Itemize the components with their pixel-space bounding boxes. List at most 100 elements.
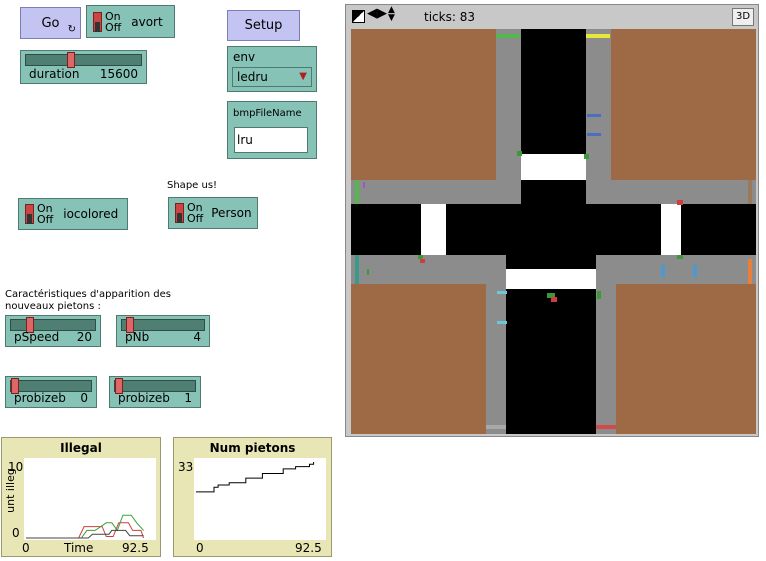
switch-off-label: Off [187,212,204,225]
avort-switch[interactable]: On Off avort [86,5,175,38]
pedestrian [517,151,522,156]
pedestrian [418,255,423,259]
num-pietons-plot-xmin: 0 [196,541,204,555]
bmp-file-name-value: lru [237,133,253,147]
env-chooser-select[interactable]: ledru ▼ [232,67,312,87]
zebra-crossing [521,154,586,180]
num-pietons-plot: Num pietons 33 0 92.5 [173,437,332,557]
person-switch[interactable]: On Off Person [168,197,258,229]
illegal-plot-xmax: 92.5 [122,541,149,555]
probizeb-1-slider-label: probizeb [118,391,170,405]
world-view: ◀▶ ▲ ▼ ticks: 83 3D [345,4,759,437]
pnb-slider-label: pNb [125,330,150,344]
pspeed-slider[interactable]: pSpeed 20 [5,315,101,347]
pedestrian [677,200,683,205]
sidewalk [486,255,506,434]
spawn-marker [748,259,752,284]
illegal-plot-ylabel: unt illeg [3,468,17,513]
bmp-file-name-field[interactable]: lru [234,127,308,153]
left-right-arrows-icon[interactable]: ◀▶ [367,6,387,21]
probizeb-0-slider[interactable]: probizeb 0 [5,376,97,408]
pedestrian [584,154,589,159]
spawn-marker [355,255,359,284]
pnb-slider-value: 4 [193,330,201,344]
zebra-crossing [506,269,596,289]
pedestrian [587,114,601,117]
sidewalk [351,180,521,204]
sidewalk [596,255,616,434]
bmp-file-name-input-box: bmpFileName lru [227,101,317,159]
env-chooser[interactable]: env ledru ▼ [227,46,317,92]
bmp-file-name-label: bmpFileName [233,108,302,119]
spawn-marker [496,34,520,38]
world-canvas [351,29,756,434]
sidewalk [496,29,521,204]
illegal-plot-xlabel: Time [64,541,94,555]
probizeb-0-slider-label: probizeb [14,391,66,405]
probizeb-1-slider[interactable]: probizeb 1 [109,376,201,408]
pedestrian [497,321,507,324]
switch-off-label: Off [105,20,122,34]
pnb-slider[interactable]: pNb 4 [116,315,210,347]
pedestrian [597,291,601,299]
probizeb-1-slider-value: 1 [184,391,192,405]
illegal-plot-xmin: 0 [22,541,30,555]
shape-note: Shape us! [167,180,218,191]
pedestrian [363,182,365,188]
building-block [351,29,496,180]
switch-knob [93,11,102,32]
illegal-plot-area [24,458,156,540]
pedestrian [551,297,557,302]
sidewalk [596,255,756,284]
building-block [351,284,486,434]
env-chooser-value: ledru [237,70,268,84]
edit-icon[interactable] [352,10,365,23]
up-down-arrows-icon[interactable]: ▲ ▼ [388,6,395,23]
go-button[interactable]: Go ↻ [20,7,81,39]
pedestrian [693,265,697,277]
illegal-plot-ymin: 0 [12,526,20,540]
slider-track[interactable] [25,52,142,68]
chevron-down-icon: ▼ [299,71,307,82]
spawn-marker [355,180,359,204]
switch-knob [25,204,34,224]
sidewalk [351,255,506,284]
forever-icon: ↻ [67,24,76,35]
iocolored-switch-label: iocolored [63,207,119,221]
pspeed-slider-value: 20 [76,330,92,344]
characteristics-note: Caractéristiques d'apparition des nouvea… [5,289,171,312]
spawn-marker [586,34,610,38]
duration-slider-label: duration [29,67,80,81]
pedestrian [587,133,601,136]
building-block [616,284,756,434]
sidewalk [586,180,756,204]
duration-slider[interactable]: duration 15600 [20,50,147,84]
iocolored-switch[interactable]: On Off iocolored [18,198,128,230]
pspeed-slider-label: pSpeed [14,330,60,344]
switch-on-label: On [105,9,121,23]
pedestrian [661,265,665,277]
num-pietons-plot-title: Num pietons [209,441,296,455]
setup-button-label: Setup [244,18,283,33]
pedestrian [367,269,369,275]
spawn-marker [596,425,616,429]
go-button-label: Go [41,15,60,31]
person-switch-label: Person [211,206,252,220]
slider-thumb[interactable] [66,52,75,68]
illegal-plot-title: Illegal [60,441,102,455]
switch-off-label: Off [37,213,54,226]
illegal-plot: Illegal 10 0 unt illeg 0 Time 92.5 [1,437,161,557]
num-pietons-plot-xmax: 92.5 [295,541,322,555]
num-pietons-plot-ymax: 33 [178,460,194,474]
switch-knob [175,203,184,223]
probizeb-0-slider-value: 0 [80,391,88,405]
3d-button[interactable]: 3D [732,8,754,26]
pedestrian [497,291,507,294]
spawn-marker [486,425,506,429]
spawn-marker [748,180,752,204]
zebra-crossing [421,204,446,255]
building-block [611,29,756,180]
setup-button[interactable]: Setup [227,10,300,41]
pedestrian [677,255,683,259]
pedestrian [420,259,425,263]
